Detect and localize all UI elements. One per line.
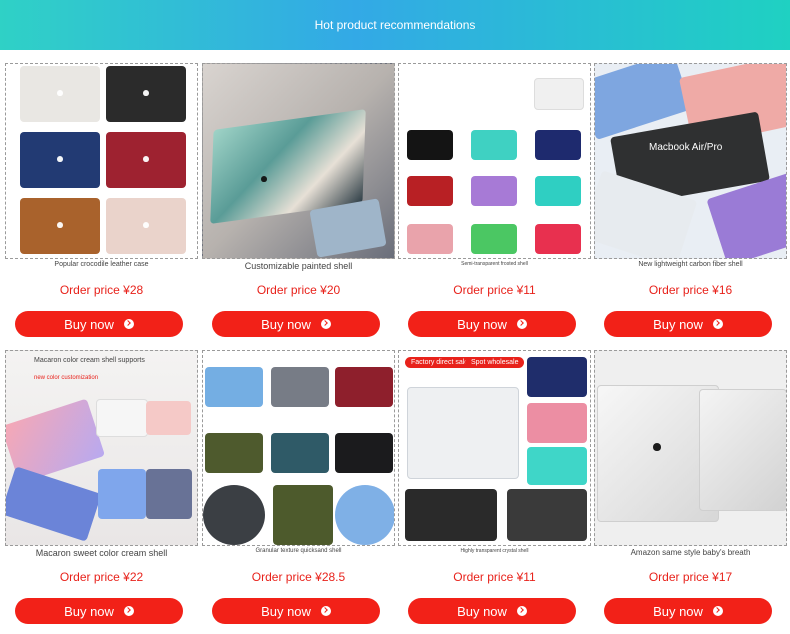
product-caption: New lightweight carbon fiber shell xyxy=(638,261,743,268)
banner-title: Hot product recommendations xyxy=(314,18,476,32)
header-banner: Hot product recommendations xyxy=(0,0,790,50)
arrow-right-icon xyxy=(712,319,723,329)
carbon-title: Macbook Air/Pro xyxy=(649,142,723,153)
product-caption: Macaron sweet color cream shell xyxy=(35,548,168,558)
product-price: Order price ¥28 xyxy=(59,283,144,297)
product-caption: Highly transparent crystal shell xyxy=(460,548,529,554)
product-image[interactable] xyxy=(202,63,395,259)
buy-now-label: Buy now xyxy=(457,603,507,619)
arrow-right-icon xyxy=(516,319,527,329)
product-image[interactable]: Factory direct sales Spot wholesale xyxy=(398,350,591,546)
buy-now-label: Buy now xyxy=(64,316,114,332)
buy-now-button[interactable]: Buy now xyxy=(15,311,183,337)
product-card[interactable]: Macaron color cream shell supports new c… xyxy=(5,340,198,625)
buy-now-label: Buy now xyxy=(64,603,114,619)
product-caption: Customizable painted shell xyxy=(244,261,353,271)
product-card[interactable]: Macbook Air/Pro New lightweight carbon f… xyxy=(594,53,787,338)
product-image[interactable] xyxy=(594,350,787,546)
product-card[interactable]: Semi-transparent frosted shell Order pri… xyxy=(398,53,591,338)
product-price: Order price ¥11 xyxy=(453,283,536,297)
product-caption: Granular texture quicksand shell xyxy=(255,548,342,554)
arrow-right-icon xyxy=(320,319,331,329)
product-price: Order price ¥11 xyxy=(453,570,536,584)
product-image[interactable] xyxy=(202,350,395,546)
buy-now-label: Buy now xyxy=(653,316,703,332)
product-card[interactable]: Amazon same style baby's breath Order pr… xyxy=(594,340,787,625)
buy-now-button[interactable]: Buy now xyxy=(604,598,772,624)
buy-now-button[interactable]: Buy now xyxy=(408,598,576,624)
product-caption: Popular crocodile leather case xyxy=(54,261,149,268)
product-card[interactable]: Popular crocodile leather case Order pri… xyxy=(5,53,198,338)
buy-now-button[interactable]: Buy now xyxy=(15,598,183,624)
spot-wholesale-tag: Spot wholesale xyxy=(465,357,525,368)
buy-now-label: Buy now xyxy=(261,316,311,332)
buy-now-button[interactable]: Buy now xyxy=(212,311,380,337)
product-image[interactable] xyxy=(5,63,198,259)
buy-now-button[interactable]: Buy now xyxy=(604,311,772,337)
buy-now-button[interactable]: Buy now xyxy=(408,311,576,337)
product-image[interactable] xyxy=(398,63,591,259)
product-card[interactable]: Granular texture quicksand shell Order p… xyxy=(202,340,395,625)
product-image[interactable]: Macaron color cream shell supports new c… xyxy=(5,350,198,546)
buy-now-label: Buy now xyxy=(653,603,703,619)
product-price: Order price ¥16 xyxy=(648,283,733,297)
arrow-right-icon xyxy=(123,319,134,329)
macaron-line-1: Macaron color cream shell supports xyxy=(34,357,145,364)
product-image[interactable]: Macbook Air/Pro xyxy=(594,63,787,259)
product-price: Order price ¥20 xyxy=(256,283,341,297)
product-price: Order price ¥17 xyxy=(648,570,733,584)
product-card[interactable]: Factory direct sales Spot wholesale High… xyxy=(398,340,591,625)
arrow-right-icon xyxy=(712,606,723,616)
arrow-right-icon xyxy=(123,606,134,616)
product-card[interactable]: Customizable painted shell Order price ¥… xyxy=(202,53,395,338)
buy-now-label: Buy now xyxy=(457,316,507,332)
product-caption: Amazon same style baby's breath xyxy=(630,548,751,557)
macaron-line-2: new color customization xyxy=(34,375,99,381)
buy-now-label: Buy now xyxy=(261,603,311,619)
arrow-right-icon xyxy=(516,606,527,616)
buy-now-button[interactable]: Buy now xyxy=(212,598,380,624)
arrow-right-icon xyxy=(320,606,331,616)
product-caption: Semi-transparent frosted shell xyxy=(461,261,528,267)
product-price: Order price ¥22 xyxy=(59,570,144,584)
product-price: Order price ¥28.5 xyxy=(251,570,346,584)
